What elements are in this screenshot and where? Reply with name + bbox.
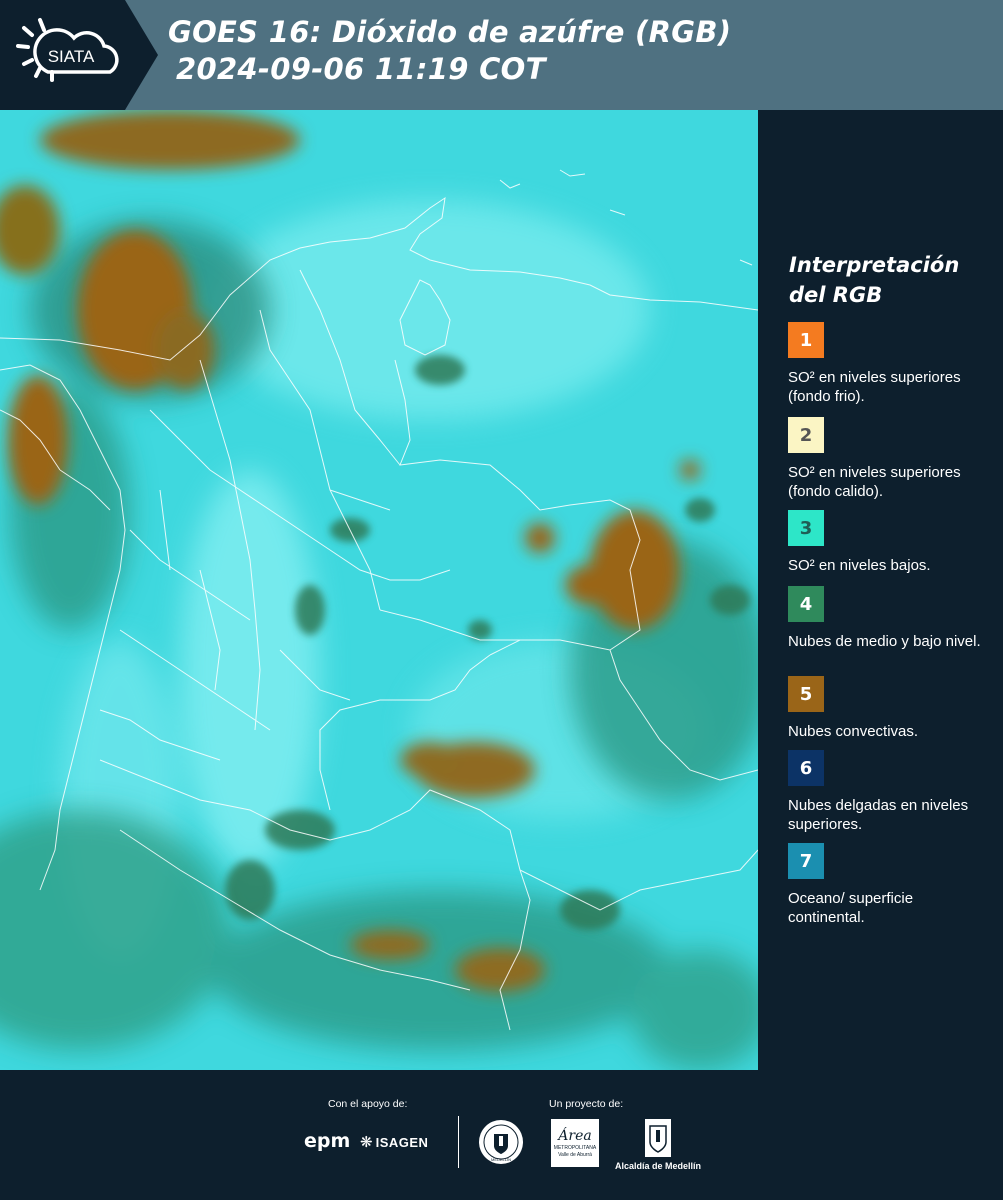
legend-item-5: 5 Nubes convectivas. (788, 676, 988, 741)
legend-swatch-2: 2 (788, 417, 824, 453)
legend-label-3: SO² en niveles bajos. (788, 557, 931, 574)
legend-swatch-5: 5 (788, 676, 824, 712)
siata-logo-text: SIATA (48, 47, 95, 66)
legend-number-2: 2 (799, 424, 813, 446)
legend-number-7: 7 (799, 850, 813, 872)
legend-item-2: 2 SO² en niveles superiores (fondo calid… (788, 417, 988, 501)
legend-number-1: 1 (799, 329, 813, 351)
legend-item-7: 7 Oceano/ superficie continental. (788, 843, 988, 927)
satellite-map (0, 110, 758, 1070)
legend-item-1: 1 SO² en niveles superiores (fondo frio)… (788, 322, 988, 406)
area-logo-line1: METROPOLITANA (553, 1145, 597, 1151)
legend-item-4: 4 Nubes de medio y bajo nivel. (788, 586, 988, 651)
area-logo-name: Área (558, 1128, 592, 1144)
legend-label-2: SO² en niveles superiores (fondo calido)… (788, 464, 961, 500)
alcaldia-shield-icon (645, 1119, 671, 1157)
legend-swatch-3: 3 (788, 510, 824, 546)
legend-number-3: 3 (799, 517, 813, 539)
medellin-seal-text: MEDELLÍN (491, 1157, 511, 1162)
header-bar: SIATA GOES 16: Dióxido de azúfre (RGB) 2… (0, 0, 1003, 110)
legend-label-4: Nubes de medio y bajo nivel. (788, 633, 981, 650)
title-line-2: 2024-09-06 11:19 COT (176, 52, 546, 86)
isagen-logo: ❋ ISAGEN (360, 1133, 428, 1151)
legend-swatch-4: 4 (788, 586, 824, 622)
legend-label-6: Nubes delgadas en niveles superiores. (788, 797, 969, 833)
alcaldia-medellin-logo: Alcaldía de Medellín (613, 1118, 703, 1171)
legend-number-5: 5 (799, 683, 813, 705)
area-metropolitana-logo: Área METROPOLITANA Valle de Aburrá (551, 1119, 599, 1167)
page-title: GOES 16: Dióxido de azúfre (RGB) 2024-09… (168, 14, 731, 88)
legend-label-1: SO² en niveles superiores (fondo frio). (788, 369, 961, 405)
footer-divider (458, 1116, 459, 1168)
legend-item-6: 6 Nubes delgadas en niveles superiores. (788, 750, 988, 834)
legend-title: Interpretación del RGB (789, 253, 960, 307)
area-logo-line2: Valle de Aburrá (558, 1152, 592, 1158)
title-line-1: GOES 16: Dióxido de azúfre (RGB) (168, 15, 732, 49)
legend-swatch-1: 1 (788, 322, 824, 358)
legend-item-3: 3 SO² en niveles bajos. (788, 510, 988, 575)
support-caption: Con el apoyo de: (328, 1098, 408, 1110)
footer: Con el apoyo de: Un proyecto de: epm ❋ I… (0, 1070, 1003, 1200)
legend-swatch-6: 6 (788, 750, 824, 786)
epm-logo: epm (304, 1130, 351, 1152)
legend-number-4: 4 (799, 593, 813, 615)
legend-label-7: Oceano/ superficie continental. (788, 890, 914, 926)
alcaldia-text: Alcaldía de Medellín (614, 1161, 702, 1171)
siata-logo: SIATA (0, 0, 158, 110)
isagen-text: ISAGEN (375, 1134, 429, 1150)
legend-number-6: 6 (799, 757, 813, 779)
legend-label-5: Nubes convectivas. (788, 723, 919, 740)
legend-swatch-7: 7 (788, 843, 824, 879)
project-caption: Un proyecto de: (549, 1098, 624, 1110)
medellin-seal-logo: MEDELLÍN (477, 1118, 525, 1166)
isagen-icon: ❋ (360, 1134, 373, 1151)
rgb-legend: Interpretación del RGB 1 SO² en niveles … (758, 110, 1003, 1070)
